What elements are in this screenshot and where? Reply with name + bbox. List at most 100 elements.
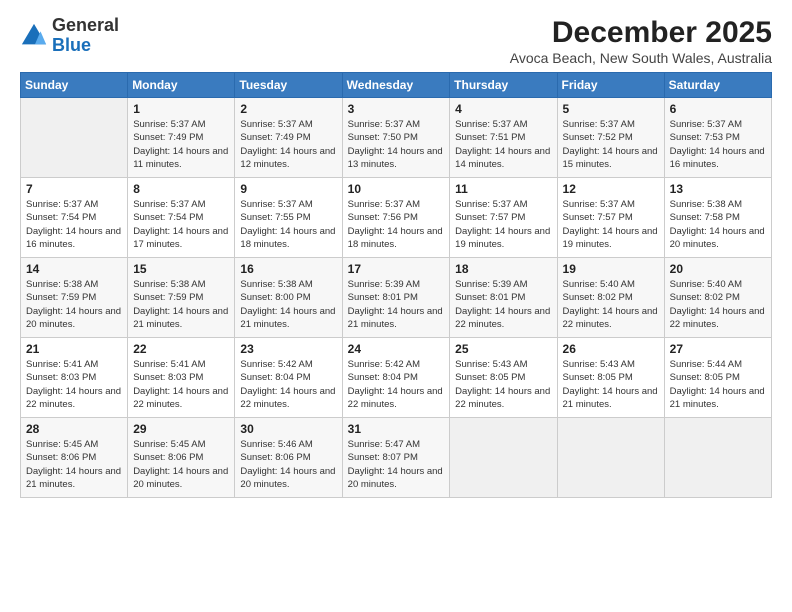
calendar-cell: 14 Sunrise: 5:38 AMSunset: 7:59 PMDayligh… <box>21 258 128 338</box>
day-number: 10 <box>348 182 445 196</box>
weekday-header-monday: Monday <box>128 73 235 98</box>
calendar-week-5: 28 Sunrise: 5:45 AMSunset: 8:06 PMDayligh… <box>21 418 772 498</box>
calendar-cell: 4 Sunrise: 5:37 AMSunset: 7:51 PMDaylight… <box>450 98 557 178</box>
day-number: 14 <box>26 262 122 276</box>
day-number: 3 <box>348 102 445 116</box>
day-info: Sunrise: 5:40 AMSunset: 8:02 PMDaylight:… <box>670 278 766 331</box>
day-info: Sunrise: 5:37 AMSunset: 7:51 PMDaylight:… <box>455 118 551 171</box>
day-number: 2 <box>240 102 336 116</box>
calendar-cell: 20 Sunrise: 5:40 AMSunset: 8:02 PMDayligh… <box>664 258 771 338</box>
calendar-cell: 2 Sunrise: 5:37 AMSunset: 7:49 PMDaylight… <box>235 98 342 178</box>
day-info: Sunrise: 5:45 AMSunset: 8:06 PMDaylight:… <box>26 438 122 491</box>
calendar-cell: 29Sunrise: 5:45 AMSunset: 8:06 PMDayligh… <box>128 418 235 498</box>
calendar-cell: 24Sunrise: 5:42 AMSunset: 8:04 PMDayligh… <box>342 338 450 418</box>
calendar-cell: 9Sunrise: 5:37 AMSunset: 7:55 PMDaylight… <box>235 178 342 258</box>
month-title: December 2025 <box>510 16 772 50</box>
weekday-header-saturday: Saturday <box>664 73 771 98</box>
day-info: Sunrise: 5:43 AMSunset: 8:05 PMDaylight:… <box>563 358 659 411</box>
weekday-header-wednesday: Wednesday <box>342 73 450 98</box>
day-number: 17 <box>348 262 445 276</box>
weekday-row: SundayMondayTuesdayWednesdayThursdayFrid… <box>21 73 772 98</box>
calendar-table: SundayMondayTuesdayWednesdayThursdayFrid… <box>20 72 772 498</box>
calendar-cell: 6 Sunrise: 5:37 AMSunset: 7:53 PMDaylight… <box>664 98 771 178</box>
calendar-cell: 25 Sunrise: 5:43 AMSunset: 8:05 PMDayligh… <box>450 338 557 418</box>
day-info: Sunrise: 5:44 AMSunset: 8:05 PMDaylight:… <box>670 358 766 411</box>
day-number: 15 <box>133 262 229 276</box>
weekday-header-tuesday: Tuesday <box>235 73 342 98</box>
day-number: 6 <box>670 102 766 116</box>
day-number: 18 <box>455 262 551 276</box>
location: Avoca Beach, New South Wales, Australia <box>510 50 772 66</box>
day-number: 11 <box>455 182 551 196</box>
logo-general: General <box>52 15 119 35</box>
day-info: Sunrise: 5:38 AMSunset: 7:59 PMDaylight:… <box>133 278 229 331</box>
calendar-cell: 5Sunrise: 5:37 AMSunset: 7:52 PMDaylight… <box>557 98 664 178</box>
day-number: 12 <box>563 182 659 196</box>
calendar-cell: 13Sunrise: 5:38 AMSunset: 7:58 PMDayligh… <box>664 178 771 258</box>
day-info: Sunrise: 5:38 AMSunset: 7:59 PMDaylight:… <box>26 278 122 331</box>
day-number: 28 <box>26 422 122 436</box>
calendar-week-3: 14 Sunrise: 5:38 AMSunset: 7:59 PMDayligh… <box>21 258 772 338</box>
day-number: 22 <box>133 342 229 356</box>
day-info: Sunrise: 5:38 AMSunset: 8:00 PMDaylight:… <box>240 278 336 331</box>
logo-icon <box>20 22 48 50</box>
calendar-cell <box>557 418 664 498</box>
calendar-cell: 11 Sunrise: 5:37 AMSunset: 7:57 PMDayligh… <box>450 178 557 258</box>
day-number: 31 <box>348 422 445 436</box>
calendar-cell: 16Sunrise: 5:38 AMSunset: 8:00 PMDayligh… <box>235 258 342 338</box>
day-info: Sunrise: 5:37 AMSunset: 7:53 PMDaylight:… <box>670 118 766 171</box>
calendar-week-1: 1Sunrise: 5:37 AMSunset: 7:49 PMDaylight… <box>21 98 772 178</box>
day-info: Sunrise: 5:38 AMSunset: 7:58 PMDaylight:… <box>670 198 766 251</box>
day-info: Sunrise: 5:37 AMSunset: 7:54 PMDaylight:… <box>26 198 122 251</box>
calendar-cell <box>450 418 557 498</box>
day-number: 30 <box>240 422 336 436</box>
calendar-cell: 22 Sunrise: 5:41 AMSunset: 8:03 PMDayligh… <box>128 338 235 418</box>
logo-text: General Blue <box>52 16 119 56</box>
logo-blue: Blue <box>52 35 91 55</box>
weekday-header-sunday: Sunday <box>21 73 128 98</box>
calendar-cell: 21Sunrise: 5:41 AMSunset: 8:03 PMDayligh… <box>21 338 128 418</box>
calendar-week-4: 21Sunrise: 5:41 AMSunset: 8:03 PMDayligh… <box>21 338 772 418</box>
weekday-header-friday: Friday <box>557 73 664 98</box>
calendar-cell <box>21 98 128 178</box>
calendar-cell: 15 Sunrise: 5:38 AMSunset: 7:59 PMDayligh… <box>128 258 235 338</box>
day-info: Sunrise: 5:37 AMSunset: 7:52 PMDaylight:… <box>563 118 659 171</box>
calendar-cell: 27 Sunrise: 5:44 AMSunset: 8:05 PMDayligh… <box>664 338 771 418</box>
calendar-cell: 10 Sunrise: 5:37 AMSunset: 7:56 PMDayligh… <box>342 178 450 258</box>
calendar-cell: 12 Sunrise: 5:37 AMSunset: 7:57 PMDayligh… <box>557 178 664 258</box>
day-info: Sunrise: 5:41 AMSunset: 8:03 PMDaylight:… <box>26 358 122 411</box>
day-number: 27 <box>670 342 766 356</box>
day-number: 25 <box>455 342 551 356</box>
day-info: Sunrise: 5:42 AMSunset: 8:04 PMDaylight:… <box>240 358 336 411</box>
calendar-cell: 28 Sunrise: 5:45 AMSunset: 8:06 PMDayligh… <box>21 418 128 498</box>
day-info: Sunrise: 5:42 AMSunset: 8:04 PMDaylight:… <box>348 358 445 411</box>
day-number: 20 <box>670 262 766 276</box>
day-info: Sunrise: 5:43 AMSunset: 8:05 PMDaylight:… <box>455 358 551 411</box>
calendar-body: 1Sunrise: 5:37 AMSunset: 7:49 PMDaylight… <box>21 98 772 498</box>
day-number: 4 <box>455 102 551 116</box>
weekday-header-thursday: Thursday <box>450 73 557 98</box>
day-info: Sunrise: 5:37 AMSunset: 7:57 PMDaylight:… <box>563 198 659 251</box>
day-info: Sunrise: 5:37 AMSunset: 7:49 PMDaylight:… <box>133 118 229 171</box>
day-info: Sunrise: 5:41 AMSunset: 8:03 PMDaylight:… <box>133 358 229 411</box>
calendar-cell: 17 Sunrise: 5:39 AMSunset: 8:01 PMDayligh… <box>342 258 450 338</box>
logo: General Blue <box>20 16 119 56</box>
day-info: Sunrise: 5:37 AMSunset: 7:49 PMDaylight:… <box>240 118 336 171</box>
calendar-cell: 30 Sunrise: 5:46 AMSunset: 8:06 PMDayligh… <box>235 418 342 498</box>
day-info: Sunrise: 5:40 AMSunset: 8:02 PMDaylight:… <box>563 278 659 331</box>
day-info: Sunrise: 5:37 AMSunset: 7:56 PMDaylight:… <box>348 198 445 251</box>
calendar-cell: 1Sunrise: 5:37 AMSunset: 7:49 PMDaylight… <box>128 98 235 178</box>
day-number: 19 <box>563 262 659 276</box>
day-info: Sunrise: 5:46 AMSunset: 8:06 PMDaylight:… <box>240 438 336 491</box>
calendar-cell <box>664 418 771 498</box>
title-section: December 2025 Avoca Beach, New South Wal… <box>510 16 772 66</box>
day-info: Sunrise: 5:39 AMSunset: 8:01 PMDaylight:… <box>348 278 445 331</box>
day-info: Sunrise: 5:37 AMSunset: 7:57 PMDaylight:… <box>455 198 551 251</box>
day-info: Sunrise: 5:37 AMSunset: 7:55 PMDaylight:… <box>240 198 336 251</box>
calendar-cell: 8Sunrise: 5:37 AMSunset: 7:54 PMDaylight… <box>128 178 235 258</box>
day-number: 7 <box>26 182 122 196</box>
calendar-cell: 26Sunrise: 5:43 AMSunset: 8:05 PMDayligh… <box>557 338 664 418</box>
page-header: General Blue December 2025 Avoca Beach, … <box>20 16 772 66</box>
day-info: Sunrise: 5:37 AMSunset: 7:50 PMDaylight:… <box>348 118 445 171</box>
calendar-cell: 23Sunrise: 5:42 AMSunset: 8:04 PMDayligh… <box>235 338 342 418</box>
